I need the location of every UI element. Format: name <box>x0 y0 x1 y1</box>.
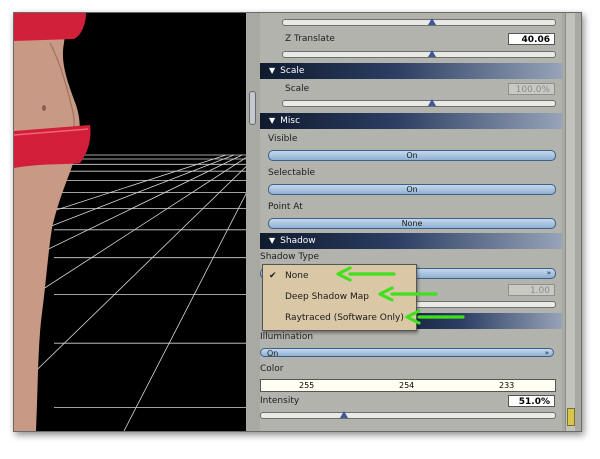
scale-slider[interactable] <box>282 100 556 107</box>
misc-section-header[interactable]: ▼ Misc <box>260 113 562 129</box>
intensity-value[interactable]: 51.0% <box>508 395 555 407</box>
panel-collapse-handle[interactable] <box>249 91 256 125</box>
visible-toggle[interactable]: On <box>268 150 556 161</box>
properties-panel: Z Translate 40.06 ▼ Scale Scale 100.0% ▼ M… <box>246 13 581 431</box>
scrollbar-thumb[interactable] <box>567 408 575 426</box>
shadow-type-label: Shadow Type <box>260 252 320 262</box>
panel-scrollbar[interactable] <box>565 13 575 431</box>
intensity-label: Intensity <box>260 396 300 406</box>
figure-model <box>14 13 91 431</box>
color-swatch[interactable]: 255 254 233 <box>260 379 556 392</box>
scale-label: Scale <box>285 84 310 94</box>
annotation-arrow-icon <box>378 286 438 302</box>
properties-list: Z Translate 40.06 ▼ Scale Scale 100.0% ▼ M… <box>260 13 562 431</box>
double-chevron-down-icon: » <box>544 349 549 357</box>
visible-label: Visible <box>268 134 298 144</box>
expand-triangle-icon: ▼ <box>269 116 276 125</box>
z-translate-label: Z Translate <box>285 34 335 44</box>
dropdown-item-raytraced[interactable]: Raytraced (Software Only) <box>263 310 416 326</box>
slider-knob[interactable] <box>428 99 436 106</box>
section-title: Shadow <box>280 236 316 246</box>
color-green-value: 254 <box>399 381 415 390</box>
selectable-toggle[interactable]: On <box>268 184 556 195</box>
illumination-label: Illumination <box>260 332 314 342</box>
color-red-value: 255 <box>299 381 315 390</box>
point-at-select[interactable]: None <box>268 218 556 229</box>
expand-triangle-icon: ▼ <box>269 236 276 245</box>
color-blue-value: 233 <box>499 381 515 390</box>
viewport-scene <box>14 13 246 431</box>
illumination-value: On <box>267 349 279 358</box>
shadow-hidden-slider[interactable] <box>410 301 556 308</box>
slider-knob[interactable] <box>340 411 348 418</box>
slider-knob[interactable] <box>428 18 436 25</box>
section-title: Misc <box>280 116 301 126</box>
illumination-select[interactable]: On » <box>260 348 554 358</box>
color-label: Color <box>260 364 284 374</box>
shadow-hidden-value[interactable]: 1.00 <box>508 284 555 296</box>
app-window: Z Translate 40.06 ▼ Scale Scale 100.0% ▼ M… <box>13 12 582 432</box>
expand-triangle-icon: ▼ <box>269 66 276 75</box>
intensity-slider[interactable] <box>260 412 556 419</box>
z-translate-value[interactable]: 40.06 <box>508 33 555 45</box>
3d-viewport[interactable] <box>14 13 246 431</box>
checkmark-icon: ✔ <box>269 271 277 281</box>
section-title: Scale <box>280 66 305 76</box>
dropdown-item-label: Raytraced (Software Only) <box>285 313 404 323</box>
z-translate-slider[interactable] <box>282 51 556 58</box>
shadow-section-header[interactable]: ▼ Shadow <box>260 233 562 249</box>
slider-knob[interactable] <box>428 50 436 57</box>
y-translate-slider[interactable] <box>282 19 556 26</box>
dropdown-item-label: Deep Shadow Map <box>285 292 369 302</box>
scale-value[interactable]: 100.0% <box>508 83 555 95</box>
double-chevron-down-icon: » <box>546 269 551 277</box>
point-at-label: Point At <box>268 202 303 212</box>
annotation-arrow-icon <box>336 266 396 282</box>
selectable-label: Selectable <box>268 168 316 178</box>
scale-section-header[interactable]: ▼ Scale <box>260 63 562 79</box>
dropdown-item-label: None <box>285 271 309 281</box>
annotation-arrow-icon <box>405 309 465 325</box>
